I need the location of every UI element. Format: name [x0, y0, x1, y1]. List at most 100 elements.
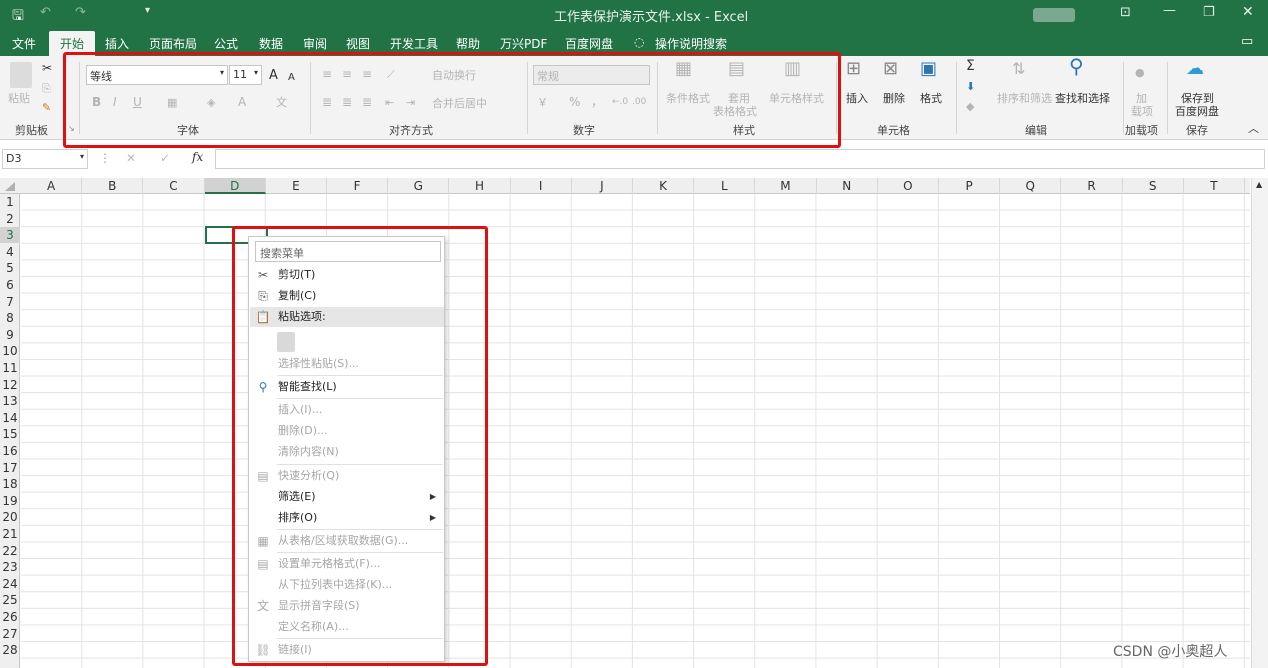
tab-view[interactable]: 视图 [346, 35, 370, 52]
row-header-28[interactable]: 28 [0, 642, 20, 658]
cancel-icon[interactable]: ✕ [126, 151, 136, 165]
column-header-q[interactable]: Q [1000, 178, 1062, 194]
tab-wondershare-pdf[interactable]: 万兴PDF [500, 35, 547, 52]
tab-formulas[interactable]: 公式 [214, 35, 238, 52]
column-header-o[interactable]: O [878, 178, 939, 194]
addins-icon[interactable]: ● [1135, 66, 1145, 79]
format-painter-icon[interactable]: ✎ [42, 101, 51, 114]
row-header-26[interactable]: 26 [0, 609, 20, 625]
insert-function-button[interactable]: fx [192, 150, 203, 164]
column-header-h[interactable]: H [449, 178, 511, 194]
column-header-n[interactable]: N [817, 178, 878, 194]
row-header-5[interactable]: 5 [0, 260, 20, 276]
autosum-button[interactable]: Σ [966, 59, 975, 73]
sort-filter-button[interactable]: 排序和筛选 [997, 92, 1052, 105]
tab-page-layout[interactable]: 页面布局 [149, 35, 197, 52]
row-header-4[interactable]: 4 [0, 244, 20, 260]
collapse-ribbon-icon[interactable]: ︿ [1248, 122, 1259, 135]
paste-button[interactable]: 粘贴 [8, 92, 30, 105]
column-header-k[interactable]: K [633, 178, 695, 194]
delete-cells-icon[interactable]: ⊠ [883, 60, 898, 78]
column-header-l[interactable]: L [694, 178, 756, 194]
row-header-18[interactable]: 18 [0, 476, 20, 492]
row-header-1[interactable]: 1 [0, 194, 20, 210]
tab-insert[interactable]: 插入 [105, 35, 129, 52]
undo-icon[interactable]: ↶ [40, 5, 51, 20]
paste-icon[interactable] [10, 62, 32, 88]
find-select-button[interactable]: 查找和选择 [1055, 92, 1110, 105]
redo-icon[interactable]: ↷ [75, 5, 86, 20]
customize-qat-icon[interactable]: ▾ [145, 5, 150, 16]
row-header-21[interactable]: 21 [0, 526, 20, 542]
row-header-9[interactable]: 9 [0, 327, 20, 343]
column-header-e[interactable]: E [266, 178, 327, 194]
comments-icon[interactable]: ▭ [1241, 34, 1253, 49]
column-header-r[interactable]: R [1061, 178, 1123, 194]
row-header-24[interactable]: 24 [0, 576, 20, 592]
column-header-i[interactable]: I [511, 178, 572, 194]
cell-grid[interactable] [21, 194, 1250, 668]
ribbon-display-icon[interactable]: ⊡ [1120, 5, 1131, 20]
minimize-icon[interactable]: — [1163, 3, 1176, 18]
row-header-25[interactable]: 25 [0, 592, 20, 608]
save-icon[interactable]: 🖫 [12, 5, 24, 29]
row-header-15[interactable]: 15 [0, 426, 20, 442]
tab-file[interactable]: 文件 [12, 35, 36, 52]
column-header-a[interactable]: A [21, 178, 83, 194]
row-header-6[interactable]: 6 [0, 277, 20, 293]
name-box[interactable]: D3 ▾ [2, 149, 88, 169]
tab-data[interactable]: 数据 [259, 35, 283, 52]
row-header-7[interactable]: 7 [0, 294, 20, 310]
column-header-s[interactable]: S [1123, 178, 1184, 194]
row-header-8[interactable]: 8 [0, 310, 20, 326]
addins-button[interactable]: 加 [1136, 92, 1147, 105]
insert-cells-icon[interactable]: ⊞ [846, 60, 861, 78]
select-all-icon[interactable] [5, 182, 15, 191]
search-icon[interactable]: ⚲ [1069, 56, 1084, 76]
row-header-19[interactable]: 19 [0, 493, 20, 509]
row-header-2[interactable]: 2 [0, 211, 20, 227]
row-header-20[interactable]: 20 [0, 509, 20, 525]
baidu-netdisk-icon[interactable]: ☁ [1186, 60, 1204, 78]
vertical-scrollbar[interactable]: ▲ [1251, 178, 1268, 668]
format-cells-icon[interactable]: ▣ [920, 60, 937, 78]
column-header-j[interactable]: J [572, 178, 633, 194]
copy-icon[interactable]: ⎘ [42, 82, 51, 95]
sort-filter-icon[interactable]: ⇅ [1012, 61, 1025, 77]
column-header-t[interactable]: T [1184, 178, 1245, 194]
scroll-up-icon[interactable]: ▲ [1256, 180, 1262, 189]
row-header-13[interactable]: 13 [0, 393, 20, 409]
close-icon[interactable]: ✕ [1242, 4, 1254, 20]
tell-me-search[interactable]: 操作说明搜索 [655, 35, 727, 52]
row-header-14[interactable]: 14 [0, 410, 20, 426]
restore-icon[interactable]: ❐ [1203, 5, 1215, 20]
clear-icon[interactable]: ◆ [966, 100, 974, 113]
column-header-d[interactable]: D [204, 178, 266, 194]
fill-icon[interactable]: ⬇ [966, 80, 975, 93]
column-header-c[interactable]: C [143, 178, 205, 194]
column-header-p[interactable]: P [939, 178, 1001, 194]
tab-review[interactable]: 审阅 [303, 35, 327, 52]
row-header-27[interactable]: 27 [0, 626, 20, 642]
enter-icon[interactable]: ✓ [160, 151, 170, 165]
column-header-b[interactable]: B [82, 178, 144, 194]
format-cells-button[interactable]: 格式 [920, 92, 942, 105]
tab-baidu-netdisk[interactable]: 百度网盘 [565, 35, 613, 52]
row-header-23[interactable]: 23 [0, 559, 20, 575]
row-header-22[interactable]: 22 [0, 543, 20, 559]
row-header-10[interactable]: 10 [0, 343, 20, 359]
delete-cells-button[interactable]: 删除 [883, 92, 905, 105]
column-header-g[interactable]: G [388, 178, 450, 194]
avatar[interactable] [1033, 8, 1075, 22]
column-header-f[interactable]: F [327, 178, 389, 194]
insert-cells-button[interactable]: 插入 [846, 92, 868, 105]
row-header-11[interactable]: 11 [0, 360, 20, 376]
row-header-17[interactable]: 17 [0, 460, 20, 476]
tab-help[interactable]: 帮助 [456, 35, 480, 52]
formula-input[interactable] [215, 149, 1265, 169]
save-to-baidu-button[interactable]: 保存到 [1181, 92, 1214, 105]
tab-developer[interactable]: 开发工具 [390, 35, 438, 52]
row-header-3[interactable]: 3 [0, 227, 20, 244]
column-header-m[interactable]: M [755, 178, 817, 194]
cut-icon[interactable]: ✂ [42, 62, 52, 75]
